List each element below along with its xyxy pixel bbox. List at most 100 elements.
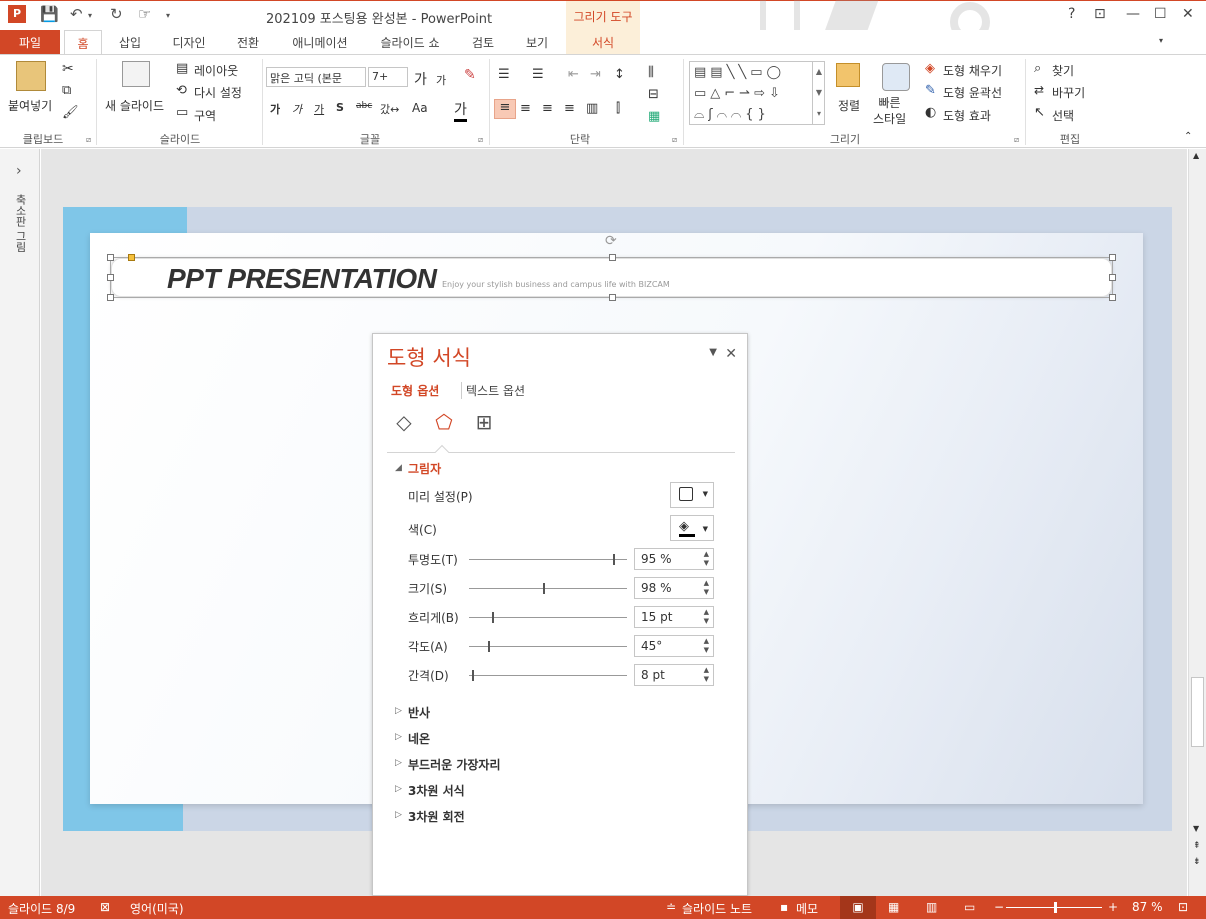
tab-slideshow[interactable]: 슬라이드 쇼	[374, 30, 446, 54]
value-spinner[interactable]: 95 % ▲ ▼	[634, 548, 714, 570]
align-right-icon[interactable]: ≡	[542, 101, 553, 116]
resize-handle[interactable]	[107, 254, 114, 261]
touch-mode-icon[interactable]: ☞	[138, 5, 151, 23]
quick-styles-button[interactable]: 빠른 스타일	[873, 95, 906, 127]
slide-counter[interactable]: 슬라이드 8/9	[8, 900, 75, 917]
resize-handle[interactable]	[1109, 274, 1116, 281]
distributed-icon[interactable]: ▥	[586, 101, 598, 116]
smartart-icon[interactable]: ▦	[648, 109, 660, 124]
tab-animations[interactable]: 애니메이션	[286, 30, 354, 54]
collapsed-arrow-icon[interactable]: ▷	[395, 758, 402, 768]
increase-indent-icon[interactable]: ⇥	[590, 67, 601, 82]
pane-options-icon[interactable]: ▼	[709, 347, 717, 358]
drawing-launcher-icon[interactable]: ⧄	[1014, 135, 1019, 145]
zoom-out-icon[interactable]: −	[994, 900, 1004, 914]
collapse-ribbon-icon[interactable]: ⌃	[1184, 131, 1192, 142]
paragraph-launcher-icon[interactable]: ⧄	[672, 135, 677, 145]
bold-icon[interactable]: 가	[270, 101, 280, 117]
ribbon-display-icon[interactable]: ⊡	[1094, 6, 1106, 22]
customize-qat-icon[interactable]: ▾	[166, 11, 170, 20]
slideshow-icon[interactable]: ▭	[964, 900, 975, 914]
resize-handle[interactable]	[609, 294, 616, 301]
effect-slider[interactable]	[469, 641, 627, 652]
resize-handle[interactable]	[107, 274, 114, 281]
spin-up-icon[interactable]: ▲	[704, 579, 709, 587]
collapsed-arrow-icon[interactable]: ▷	[395, 784, 402, 794]
copy-icon[interactable]: ⧉	[62, 83, 71, 98]
tab-transitions[interactable]: 전환	[230, 30, 266, 54]
maximize-icon[interactable]: ☐	[1154, 6, 1167, 22]
spellcheck-icon[interactable]: ⊠	[100, 900, 110, 914]
numbering-icon[interactable]: ☰	[532, 67, 544, 82]
size-properties-icon[interactable]: ⊞	[471, 410, 497, 436]
font-launcher-icon[interactable]: ⧄	[478, 135, 483, 145]
resize-handle[interactable]	[1109, 294, 1116, 301]
value-spinner[interactable]: 45° ▲ ▼	[634, 635, 714, 657]
value-spinner[interactable]: 98 % ▲ ▼	[634, 577, 714, 599]
collapsed-arrow-icon[interactable]: ▷	[395, 732, 402, 742]
spin-down-icon[interactable]: ▼	[704, 675, 709, 683]
value-spinner[interactable]: 8 pt ▲ ▼	[634, 664, 714, 686]
comments-button[interactable]: 메모	[796, 900, 818, 917]
effects-icon[interactable]: ⬠	[431, 410, 457, 436]
underline-icon[interactable]: 가	[314, 101, 324, 117]
tab-text-options[interactable]: 텍스트 옵션	[461, 382, 525, 399]
zoom-slider-thumb[interactable]	[1054, 902, 1057, 913]
find-button[interactable]: 찾기	[1052, 62, 1074, 79]
powerpoint-icon[interactable]: P	[8, 5, 26, 23]
normal-view-icon[interactable]: ▣	[840, 896, 876, 919]
resize-handle[interactable]	[107, 294, 114, 301]
slider-thumb[interactable]	[543, 583, 545, 594]
value-spinner[interactable]: 15 pt ▲ ▼	[634, 606, 714, 628]
shapes-gallery[interactable]: ▤▤╲╲▭◯ ▭△⌐⇀⇨⇩ ⌓ʃ⌒⌒{}	[689, 61, 825, 125]
section-header[interactable]: 3차원 서식	[408, 782, 465, 799]
shape-outline-button[interactable]: 도형 윤곽선	[943, 84, 1002, 101]
undo-dropdown-icon[interactable]: ▾	[88, 11, 92, 20]
char-spacing-icon[interactable]: 갔↔	[380, 101, 399, 117]
collapsed-arrow-icon[interactable]: ▷	[395, 810, 402, 820]
tab-view[interactable]: 보기	[520, 30, 554, 54]
slide-subtitle[interactable]: Enjoy your stylish business and campus l…	[442, 280, 670, 289]
tab-insert[interactable]: 삽입	[112, 30, 148, 54]
quick-styles-icon[interactable]	[882, 63, 910, 91]
fill-line-icon[interactable]: ◇	[391, 410, 417, 436]
select-button[interactable]: 선택	[1052, 107, 1074, 124]
font-name-combo[interactable]: 맑은 고딕 (본문	[266, 67, 366, 87]
decrease-indent-icon[interactable]: ⇤	[568, 67, 579, 82]
spin-down-icon[interactable]: ▼	[704, 588, 709, 596]
shape-fill-icon[interactable]: ◈	[925, 61, 935, 76]
zoom-level[interactable]: 87 %	[1132, 900, 1163, 914]
spin-down-icon[interactable]: ▼	[704, 617, 709, 625]
grow-font-icon[interactable]: 가	[414, 69, 427, 89]
tab-home[interactable]: 홈	[64, 30, 102, 55]
save-icon[interactable]: 💾	[40, 5, 59, 23]
zoom-in-icon[interactable]: +	[1108, 900, 1118, 914]
align-center-icon[interactable]: ≡	[520, 101, 531, 116]
gallery-scroll-icon[interactable]: ▲ ▼ ▾	[812, 61, 825, 125]
effect-slider[interactable]	[469, 554, 627, 565]
section-shadow[interactable]: 그림자	[408, 460, 441, 477]
spin-up-icon[interactable]: ▲	[704, 666, 709, 674]
slider-thumb[interactable]	[492, 612, 494, 623]
pane-close-icon[interactable]: ✕	[725, 346, 737, 362]
shadow-text-icon[interactable]: S	[336, 101, 344, 114]
slide-sorter-icon[interactable]: ▦	[888, 900, 899, 914]
help-button[interactable]: ?	[1068, 6, 1075, 22]
comments-icon[interactable]: ▪	[780, 900, 788, 914]
shape-effects-icon[interactable]: ◐	[925, 105, 936, 120]
scroll-thumb[interactable]	[1191, 677, 1204, 747]
notes-icon[interactable]: ≐	[666, 900, 676, 914]
align-left-icon[interactable]: ≡	[494, 99, 516, 119]
format-painter-icon[interactable]: 🖌	[62, 105, 79, 120]
slider-thumb[interactable]	[488, 641, 490, 652]
shape-fill-button[interactable]: 도형 채우기	[943, 62, 1002, 79]
spin-up-icon[interactable]: ▲	[704, 608, 709, 616]
columns-icon[interactable]: ⫿	[616, 101, 620, 116]
slide-title[interactable]: PPT PRESENTATION	[167, 263, 437, 295]
layout-icon[interactable]: ▤	[176, 61, 188, 76]
slider-thumb[interactable]	[472, 670, 474, 681]
color-dropdown[interactable]: ◈ ▼	[670, 515, 714, 541]
reset-button[interactable]: 다시 설정	[194, 84, 242, 101]
cut-icon[interactable]: ✂	[62, 61, 74, 77]
section-icon[interactable]: ▭	[176, 105, 188, 120]
